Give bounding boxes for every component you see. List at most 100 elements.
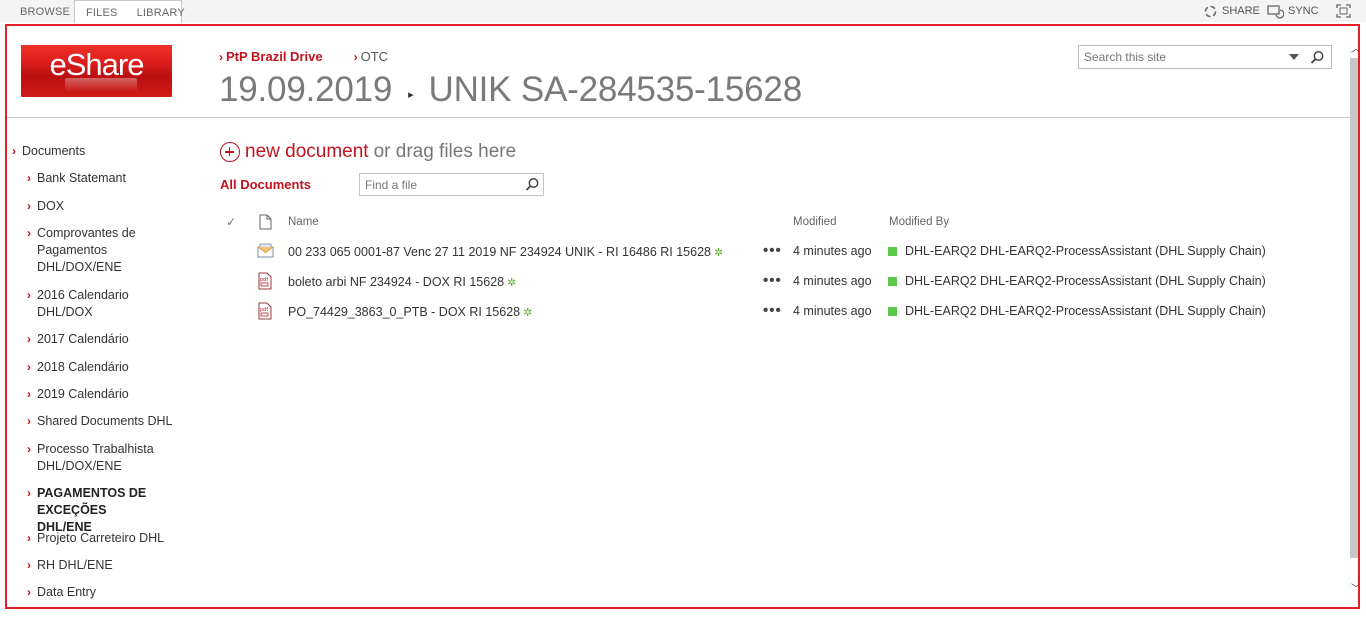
- nav-item-shared-documents[interactable]: › Shared Documents DHL: [27, 413, 187, 430]
- new-item-icon: ✲: [523, 307, 533, 319]
- document-name-link[interactable]: PO_74429_3863_0_PTB - DOX RI 15628 ✲: [288, 305, 532, 319]
- modified-by-user[interactable]: DHL-EARQ2 DHL-EARQ2-ProcessAssistant (DH…: [905, 304, 1266, 318]
- tab-files[interactable]: FILES LIBRARY: [74, 0, 185, 23]
- view-all-documents[interactable]: All Documents: [220, 177, 311, 192]
- new-document-bar: new document or drag files here: [220, 141, 516, 163]
- chevron-right-icon: ›: [27, 199, 31, 213]
- nav-label: 2017 Calendário: [37, 332, 129, 346]
- document-name-link[interactable]: boleto arbi NF 234924 - DOX RI 15628 ✲: [288, 275, 516, 289]
- title-folder[interactable]: 19.09.2019: [219, 70, 392, 110]
- modified-time: 4 minutes ago: [793, 304, 872, 318]
- more-options-icon[interactable]: •••: [763, 242, 782, 259]
- scroll-down-icon[interactable]: ﹀: [1351, 580, 1358, 595]
- ribbon: BROWSE FILES LIBRARY SHARE SYNC: [0, 0, 1366, 23]
- table-row[interactable]: pdf PO_74429_3863_0_PTB - DOX RI 15628 ✲ …: [7, 302, 1347, 328]
- nav-label: Shared Documents DHL: [37, 414, 173, 428]
- column-header-modified-by[interactable]: Modified By: [889, 216, 949, 228]
- add-circle-icon[interactable]: [220, 142, 240, 162]
- chevron-right-icon: ›: [27, 414, 31, 428]
- nav-item-2018-calendario[interactable]: › 2018 Calendário: [27, 359, 187, 376]
- sync-button[interactable]: SYNC: [1267, 3, 1319, 19]
- modified-by-user[interactable]: DHL-EARQ2 DHL-EARQ2-ProcessAssistant (DH…: [905, 244, 1266, 258]
- find-file-box: [359, 173, 544, 196]
- column-header-name[interactable]: Name: [288, 216, 319, 228]
- nav-item-2017-calendario[interactable]: › 2017 Calendário: [27, 331, 187, 348]
- share-label: SHARE: [1222, 5, 1260, 17]
- nav-item-2019-calendario[interactable]: › 2019 Calendário: [27, 386, 187, 403]
- presence-indicator-icon: [888, 307, 897, 316]
- chevron-right-icon: ›: [353, 49, 358, 64]
- chevron-right-icon: ›: [27, 226, 31, 240]
- search-icon[interactable]: [525, 177, 540, 192]
- tab-browse[interactable]: BROWSE: [20, 0, 70, 22]
- nav-item-documents[interactable]: › Documents: [12, 143, 85, 160]
- triangle-right-icon: ▸: [408, 88, 414, 101]
- title-item: UNIK SA-284535-15628: [428, 70, 803, 109]
- sync-icon: [1267, 4, 1284, 19]
- nav-label: Processo Trabalhista DHL/DOX/ENE: [37, 442, 154, 473]
- select-all-checkmark-icon[interactable]: ✓: [226, 215, 236, 229]
- document-name-link[interactable]: 00 233 065 0001-87 Venc 27 11 2019 NF 23…: [288, 245, 723, 259]
- vertical-scrollbar[interactable]: ︿ ﹀: [1350, 38, 1358, 598]
- chevron-right-icon: ›: [27, 531, 31, 545]
- sync-label: SYNC: [1288, 5, 1319, 17]
- nav-item-dox[interactable]: › DOX: [27, 198, 187, 215]
- find-file-input[interactable]: [365, 178, 515, 192]
- nav-item-projeto-carreteiro[interactable]: › Projeto Carreteiro DHL: [27, 530, 187, 547]
- nav-item-bank-statemant[interactable]: › Bank Statemant: [27, 170, 187, 187]
- logo-text: eShare: [49, 47, 145, 82]
- breadcrumb-item-ptp-brazil-drive[interactable]: › PtP Brazil Drive: [219, 49, 323, 64]
- nav-item-rh[interactable]: › RH DHL/ENE: [27, 557, 187, 574]
- drag-files-hint: or drag files here: [373, 141, 517, 162]
- document-name: boleto arbi NF 234924 - DOX RI 15628: [288, 275, 505, 289]
- nav-label: 2018 Calendário: [37, 360, 129, 374]
- breadcrumb-label: PtP Brazil Drive: [226, 49, 323, 64]
- chevron-right-icon: ›: [219, 49, 223, 64]
- chevron-right-icon: ›: [27, 171, 31, 185]
- chevron-right-icon: ›: [27, 442, 31, 456]
- nav-label: Data Entry: [37, 585, 97, 599]
- table-row[interactable]: pdf boleto arbi NF 234924 - DOX RI 15628…: [7, 272, 1347, 298]
- breadcrumb: › PtP Brazil Drive › OTC: [219, 49, 388, 64]
- modified-by-user[interactable]: DHL-EARQ2 DHL-EARQ2-ProcessAssistant (DH…: [905, 274, 1266, 288]
- focus-on-content-icon: [1336, 4, 1351, 18]
- search-site-box: [1078, 45, 1332, 69]
- document-type-icon[interactable]: [259, 214, 272, 230]
- modified-time: 4 minutes ago: [793, 244, 872, 258]
- share-icon: [1204, 5, 1217, 17]
- breadcrumb-label: OTC: [360, 49, 389, 64]
- svg-text:pdf: pdf: [260, 277, 268, 283]
- nav-item-pagamentos-excecoes[interactable]: › PAGAMENTOS DE EXCEÇÕES DHL/ENE: [27, 485, 162, 536]
- search-site-input[interactable]: [1084, 50, 1284, 64]
- presence-indicator-icon: [888, 247, 897, 256]
- email-icon: [257, 243, 274, 258]
- table-row[interactable]: 00 233 065 0001-87 Venc 27 11 2019 NF 23…: [7, 242, 1347, 268]
- new-item-icon: ✲: [507, 277, 517, 289]
- column-header-modified[interactable]: Modified: [793, 216, 836, 228]
- chevron-right-icon: ›: [27, 585, 31, 599]
- pdf-icon: pdf: [258, 272, 272, 290]
- nav-item-processo-trabalhista[interactable]: › Processo Trabalhista DHL/DOX/ENE: [27, 441, 162, 475]
- chevron-right-icon: ›: [27, 332, 31, 346]
- nav-item-data-entry[interactable]: › Data Entry: [27, 584, 187, 601]
- chevron-right-icon: ›: [27, 360, 31, 374]
- focus-button[interactable]: [1336, 3, 1355, 19]
- eshare-logo[interactable]: eShare: [21, 45, 172, 97]
- document-name: PO_74429_3863_0_PTB - DOX RI 15628: [288, 305, 521, 319]
- more-options-icon[interactable]: •••: [763, 272, 782, 289]
- scroll-up-icon[interactable]: ︿: [1351, 40, 1358, 55]
- chevron-right-icon: ›: [27, 387, 31, 401]
- more-options-icon[interactable]: •••: [763, 302, 782, 319]
- nav-label: DOX: [37, 199, 65, 213]
- scrollbar-thumb[interactable]: [1350, 58, 1358, 558]
- presence-indicator-icon: [888, 277, 897, 286]
- new-document-link[interactable]: new document: [245, 141, 369, 163]
- share-button[interactable]: SHARE: [1203, 3, 1260, 19]
- header-divider: [7, 117, 1350, 118]
- content-frame: eShare › PtP Brazil Drive › OTC 19.09.2019…: [5, 24, 1360, 609]
- pdf-icon: pdf: [258, 302, 272, 320]
- dropdown-arrow-icon[interactable]: [1289, 54, 1299, 60]
- breadcrumb-item-otc[interactable]: › OTC: [354, 49, 388, 64]
- search-icon[interactable]: [1310, 50, 1325, 65]
- tab-library[interactable]: LIBRARY: [137, 7, 185, 19]
